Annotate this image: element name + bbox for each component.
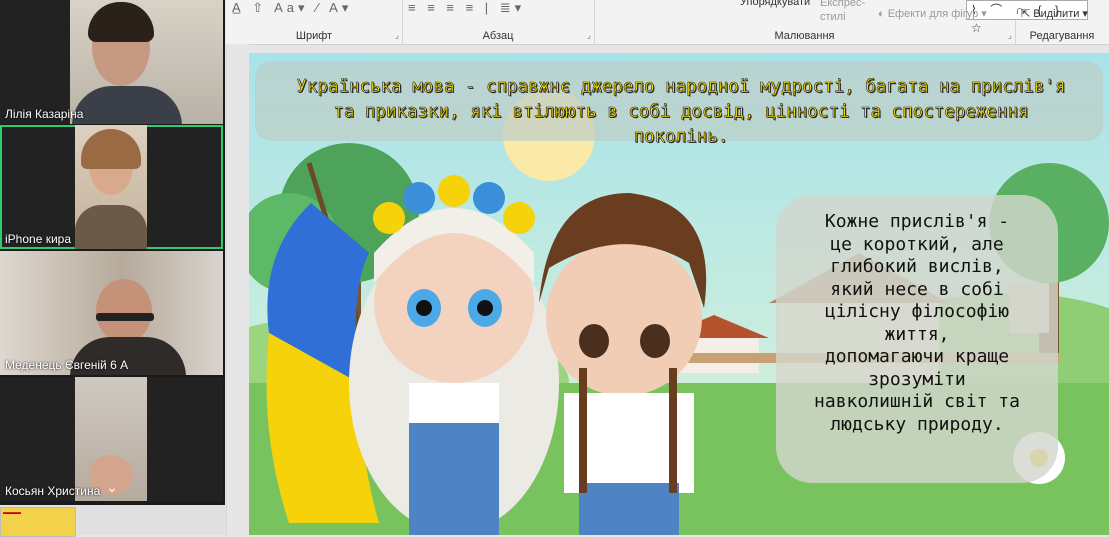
bubble-line: допомагаючи краще (824, 346, 1010, 367)
slide-canvas[interactable]: Українська мова - справжнє джерело народ… (249, 53, 1109, 535)
effects-icon: ◐ (878, 8, 888, 20)
bubble-line: глибокий вислів, (830, 256, 1004, 277)
bubble-line: який несе в собі (830, 278, 1004, 300)
editor-margin (226, 44, 249, 535)
participant-tile[interactable]: Меденець Євгеній 6 А (0, 251, 223, 375)
ribbon-group-editing: ⇱ Виділити ▾ Редагування (1015, 0, 1109, 44)
paragraph-tools[interactable]: ≡ ≡ ≡ ≡ | ≣▾ (408, 0, 525, 16)
slide-thumbnail[interactable]: ▬▬▬ (0, 507, 76, 537)
person-body (72, 86, 182, 124)
participant-name: iPhone кира (5, 232, 71, 246)
participant-tile-active[interactable]: iPhone кира (0, 125, 223, 249)
ribbon-group-label: Редагування (1029, 30, 1095, 42)
ribbon-group-label: Шрифт (295, 30, 333, 42)
title-banner[interactable]: Українська мова - справжнє джерело народ… (255, 61, 1103, 147)
bubble-text: Кожне прислів'я - це короткий, але глибо… (776, 211, 1058, 436)
dialog-launcher-icon[interactable]: ⌟ (395, 30, 399, 41)
cursor-icon: ⇱ (1021, 8, 1034, 20)
bubble-line: навколишній світ та (814, 391, 1020, 412)
camera-feed (0, 251, 223, 375)
video-gallery: Лілія Казаріна iPhone кира Меденець Євге… (0, 0, 225, 505)
bubble-line: Кожне прислів'я - (824, 211, 1010, 232)
shape-effects-button[interactable]: ◐ Ефекти для фігур ▾ (878, 7, 987, 20)
shape-effects-label: Ефекти для фігур (887, 8, 979, 20)
arrange-button[interactable]: Упорядкувати (740, 0, 810, 8)
boy-figure (539, 193, 707, 535)
ribbon-group-label: Малювання (774, 30, 835, 42)
person-body (75, 205, 147, 249)
select-button[interactable]: ⇱ Виділити ▾ (1021, 7, 1088, 20)
participant-tile[interactable]: Лілія Казаріна (0, 0, 223, 124)
person-hair (81, 129, 141, 169)
person-hair (88, 2, 154, 42)
camera-feed (75, 125, 147, 249)
participant-tile[interactable]: Косьян Христина ⌄ (0, 377, 223, 501)
select-label: Виділити (1033, 8, 1080, 20)
girl-figure (349, 175, 559, 535)
bubble-line: це короткий, але (830, 233, 1004, 255)
font-tools[interactable]: A̲ ⇧ Aa▾ ⁄ A▾ (232, 0, 352, 16)
bubble-line: цілісну філософію (824, 301, 1010, 322)
dialog-launcher-icon[interactable]: ⌟ (1008, 30, 1012, 41)
ribbon-group-paragraph: ≡ ≡ ≡ ≡ | ≣▾ Абзац ⌟ (402, 0, 595, 44)
bubble-line: людську природу. (830, 413, 1004, 435)
ribbon-toolbar: A̲ ⇧ Aa▾ ⁄ A▾ Шрифт ⌟ ≡ ≡ ≡ ≡ | ≣▾ Абзац… (226, 0, 1109, 45)
ribbon-group-font: A̲ ⇧ Aa▾ ⁄ A▾ Шрифт ⌟ (226, 0, 403, 44)
quick-styles-button[interactable]: Експрес- стилі (820, 0, 876, 24)
participant-name: Косьян Христина (5, 484, 101, 498)
ribbon-group-label: Абзац (482, 30, 514, 42)
banner-text: Українська мова - справжнє джерело народ… (296, 77, 1066, 148)
ribbon-group-drawing: ⌇ ⌒ ∩ { } ☆ Упорядкувати Експрес- стилі … (594, 0, 1088, 44)
quote-bubble[interactable]: Кожне прислів'я - це короткий, але глибо… (776, 195, 1058, 483)
chevron-down-icon[interactable]: ⌄ (102, 479, 122, 495)
bubble-line: зрозуміти (868, 368, 966, 390)
bubble-line: життя, (884, 323, 950, 345)
glasses-icon (96, 313, 154, 321)
person-head (96, 279, 152, 343)
camera-feed (70, 0, 223, 124)
thumbnail-preview: ▬▬▬ (3, 510, 21, 516)
participant-name: Меденець Євгеній 6 А (5, 358, 129, 372)
participant-name: Лілія Казаріна (5, 107, 84, 121)
dialog-launcher-icon[interactable]: ⌟ (587, 30, 591, 41)
